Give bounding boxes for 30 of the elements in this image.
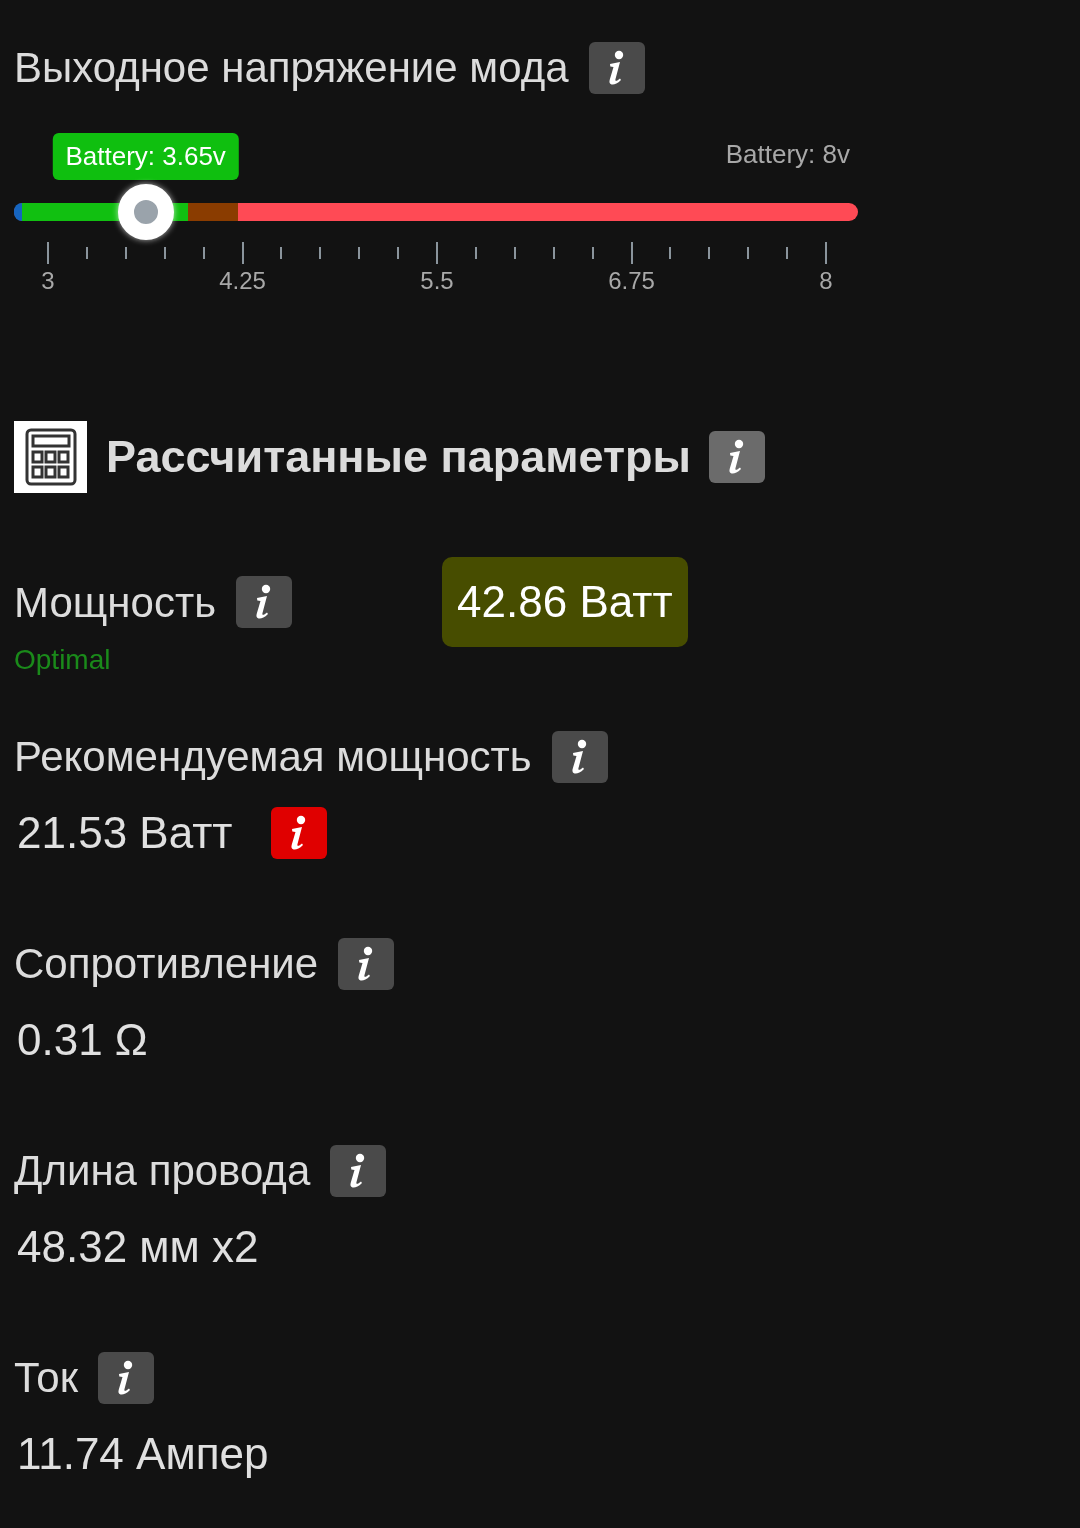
param-value: 11.74 Ампер [17, 1428, 269, 1480]
calculator-icon [14, 421, 87, 493]
status-text: Optimal [14, 643, 112, 677]
tick-label: 4.25 [219, 266, 266, 296]
param-label: Рекомендуемая мощность [14, 732, 532, 782]
info-icon[interactable] [551, 730, 608, 783]
info-icon[interactable] [330, 1144, 387, 1197]
param-label: Длина провода [14, 1146, 311, 1196]
param-value: 0.31 Ω [17, 1014, 148, 1066]
info-icon[interactable] [98, 1351, 155, 1404]
param-value: 48.32 мм x2 [17, 1221, 259, 1273]
section-title: Выходное напряжение мода [14, 43, 569, 93]
info-icon[interactable] [236, 576, 293, 628]
tick-label: 6.75 [608, 266, 655, 296]
tick-label: 5.5 [420, 266, 454, 296]
tick-label: 3 [41, 266, 55, 296]
value-tooltip: Battery: 3.65v [52, 133, 239, 180]
param-label: Ток [14, 1353, 79, 1403]
param-label: Сопротивление [14, 939, 319, 989]
tick-label: 8 [819, 266, 833, 296]
section-title: Рассчитанные параметры [106, 430, 691, 485]
slider-thumb[interactable] [117, 184, 174, 240]
info-icon[interactable] [708, 431, 765, 483]
info-icon[interactable] [588, 41, 645, 94]
info-icon[interactable] [270, 807, 327, 859]
param-label: Мощность [14, 577, 217, 628]
param-value: 21.53 Ватт [17, 807, 233, 859]
info-icon[interactable] [338, 937, 395, 990]
max-label: Battery: 8v [725, 138, 850, 171]
power-value: 42.86 Ватт [442, 557, 688, 647]
